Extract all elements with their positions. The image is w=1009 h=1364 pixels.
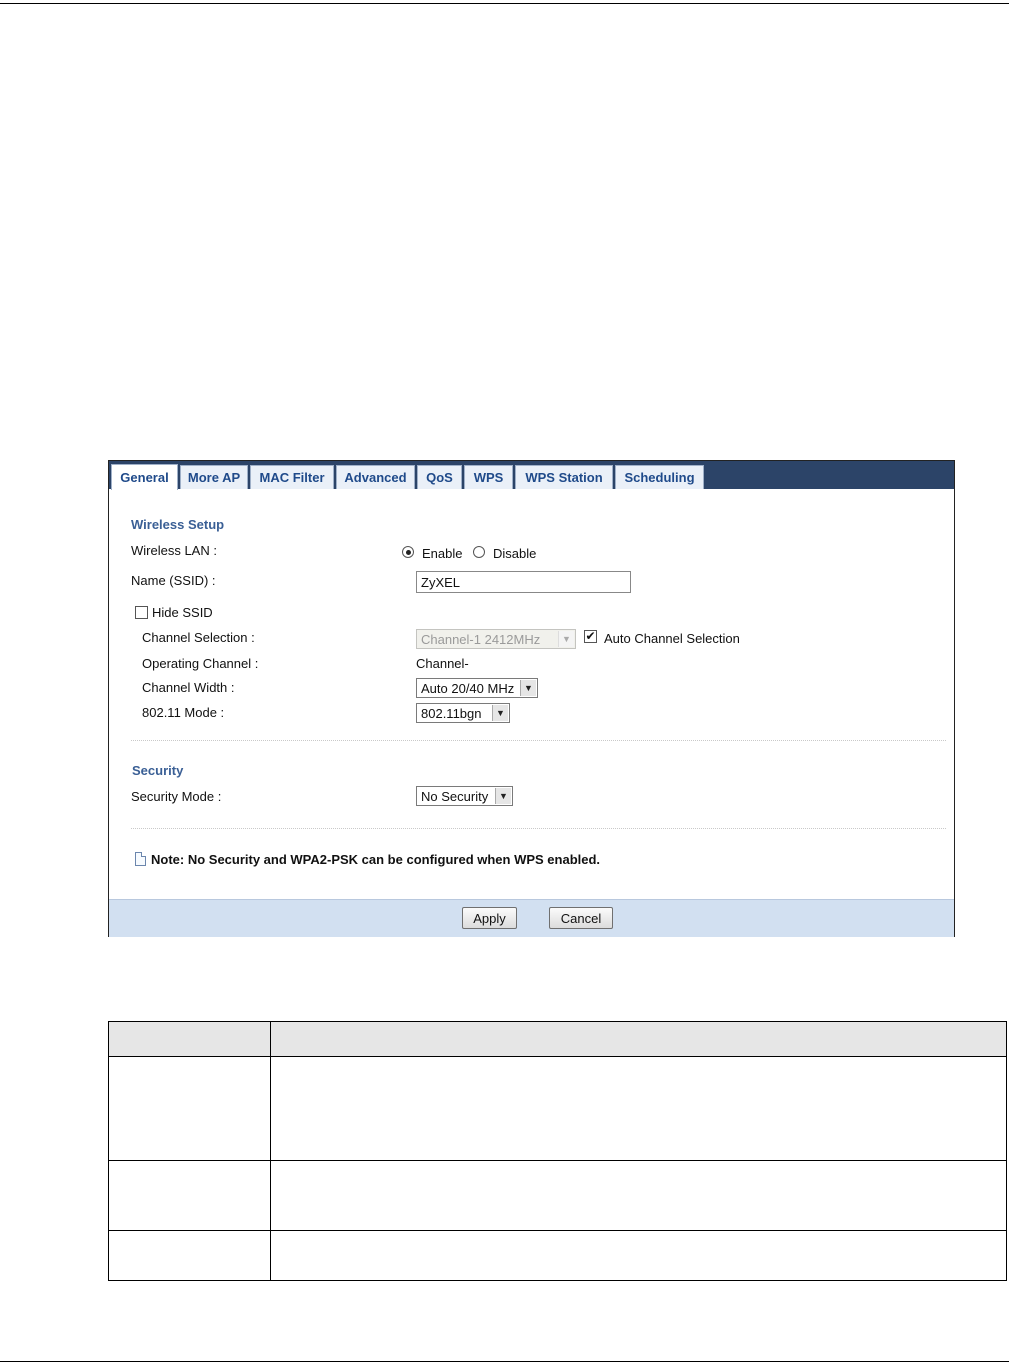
button-bar: Apply Cancel bbox=[109, 899, 954, 937]
page-bottom-rule bbox=[0, 1361, 1009, 1362]
wireless-settings-panel: General More AP MAC Filter Advanced QoS … bbox=[108, 460, 955, 937]
tab-qos[interactable]: QoS bbox=[417, 465, 462, 489]
section-divider bbox=[131, 828, 946, 829]
chevron-down-icon: ▼ bbox=[492, 705, 508, 721]
section-divider bbox=[131, 740, 946, 741]
ssid-input[interactable] bbox=[416, 571, 631, 593]
hide-ssid-checkbox[interactable] bbox=[135, 606, 148, 619]
enable-label: Enable bbox=[422, 546, 463, 561]
channel-width-label: Channel Width : bbox=[142, 680, 235, 695]
security-mode-value: No Security bbox=[421, 789, 489, 804]
table-row bbox=[108, 1230, 1007, 1281]
tab-general[interactable]: General bbox=[111, 464, 178, 490]
chevron-down-icon: ▼ bbox=[495, 788, 511, 804]
wireless-lan-label: Wireless LAN : bbox=[131, 543, 217, 558]
tab-wps[interactable]: WPS bbox=[464, 465, 513, 489]
table-header-row bbox=[108, 1021, 1007, 1057]
apply-button[interactable]: Apply bbox=[462, 907, 517, 929]
tab-advanced[interactable]: Advanced bbox=[336, 465, 415, 489]
chevron-down-icon: ▼ bbox=[558, 631, 574, 647]
auto-channel-checkbox[interactable]: ✔ bbox=[584, 630, 597, 643]
cancel-button[interactable]: Cancel bbox=[549, 907, 613, 929]
wireless-setup-title: Wireless Setup bbox=[131, 517, 225, 532]
tab-more-ap[interactable]: More AP bbox=[180, 465, 248, 489]
table-cell bbox=[270, 1056, 1007, 1161]
tab-mac-filter[interactable]: MAC Filter bbox=[250, 465, 334, 489]
tab-scheduling[interactable]: Scheduling bbox=[615, 465, 704, 489]
ssid-label: Name (SSID) : bbox=[131, 573, 216, 588]
table-cell bbox=[270, 1230, 1007, 1281]
table-cell bbox=[270, 1160, 1007, 1231]
enable-radio[interactable] bbox=[402, 546, 414, 558]
wps-note: Note: No Security and WPA2-PSK can be co… bbox=[151, 852, 601, 867]
mode-value: 802.11bgn bbox=[421, 706, 482, 721]
operating-channel-label: Operating Channel : bbox=[142, 656, 259, 671]
tab-bar: General More AP MAC Filter Advanced QoS … bbox=[109, 461, 954, 490]
hide-ssid-label: Hide SSID bbox=[152, 605, 213, 620]
disable-radio[interactable] bbox=[473, 546, 485, 558]
table-row bbox=[108, 1056, 1007, 1161]
chevron-down-icon: ▼ bbox=[520, 680, 536, 696]
mode-label: 802.11 Mode : bbox=[142, 705, 225, 720]
table-cell bbox=[108, 1160, 271, 1231]
channel-width-select[interactable]: Auto 20/40 MHz ▼ bbox=[416, 678, 538, 698]
tab-wps-station[interactable]: WPS Station bbox=[515, 465, 613, 489]
security-title: Security bbox=[132, 763, 184, 778]
auto-channel-label: Auto Channel Selection bbox=[604, 631, 740, 646]
description-table bbox=[108, 1021, 1007, 1281]
security-mode-select[interactable]: No Security ▼ bbox=[416, 786, 513, 806]
table-header-cell bbox=[108, 1021, 271, 1057]
disable-label: Disable bbox=[493, 546, 537, 561]
table-header-cell bbox=[270, 1021, 1007, 1057]
security-mode-label: Security Mode : bbox=[131, 789, 222, 804]
table-cell bbox=[108, 1230, 271, 1281]
channel-selection-label: Channel Selection : bbox=[142, 630, 255, 645]
page-top-rule bbox=[0, 3, 1009, 4]
channel-selection-select[interactable]: Channel-1 2412MHz ▼ bbox=[416, 629, 576, 649]
table-cell bbox=[108, 1056, 271, 1161]
note-icon bbox=[135, 852, 146, 866]
table-row bbox=[108, 1160, 1007, 1231]
channel-width-value: Auto 20/40 MHz bbox=[421, 681, 515, 696]
operating-channel-value: Channel- bbox=[416, 656, 469, 671]
mode-select[interactable]: 802.11bgn ▼ bbox=[416, 703, 510, 723]
channel-selection-value: Channel-1 2412MHz bbox=[421, 632, 541, 647]
